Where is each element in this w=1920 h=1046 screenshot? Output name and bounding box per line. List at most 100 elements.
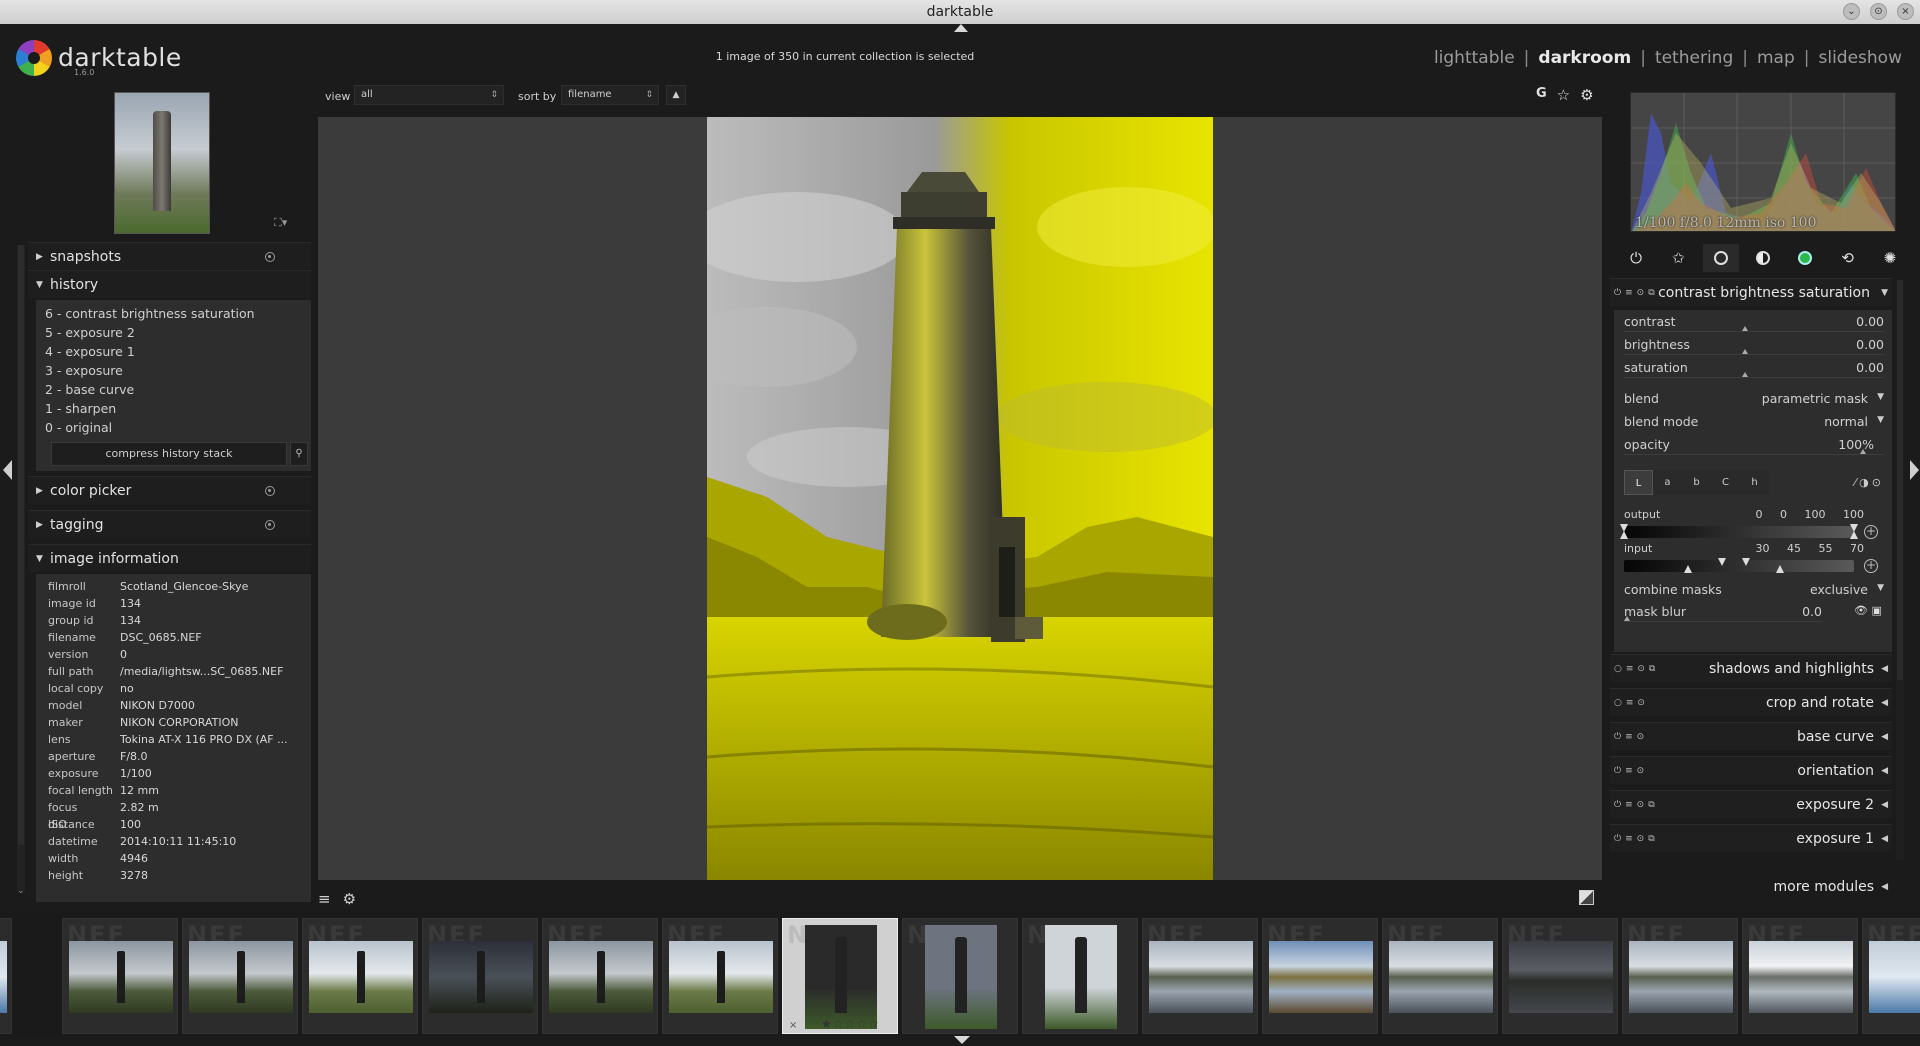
histogram[interactable]: 1/100 f/8.0 12mm iso 100 — [1630, 92, 1896, 232]
filmstrip-thumb[interactable]: NEF — [182, 918, 298, 1034]
right-panel-scrollbar[interactable] — [1896, 280, 1904, 860]
navigation-thumbnail[interactable] — [114, 92, 210, 234]
filmstrip-thumb[interactable]: NEF — [1862, 918, 1920, 1034]
more-modules-button[interactable]: more modules ◀ — [1610, 875, 1892, 899]
module-controls-icons[interactable]: ⏻≡⊙ — [1614, 757, 1648, 785]
module-controls-icons[interactable]: ⏻≡⊙⧉ — [1614, 279, 1659, 307]
module-controls-icons[interactable]: ⏻≡⊙⧉ — [1614, 791, 1659, 819]
gradient-marker[interactable] — [1718, 558, 1726, 566]
filmstrip-thumb[interactable]: NEF — [1742, 918, 1858, 1034]
reset-icon[interactable] — [265, 252, 275, 262]
reject-icon[interactable]: × — [789, 1020, 797, 1031]
filmstrip-thumb[interactable]: NEF — [1382, 918, 1498, 1034]
filmstrip[interactable]: NEFNEFNEFNEFNEFNEFNEFNEF★☆☆☆☆×NEFNEFNEFN… — [0, 910, 1920, 1036]
opacity-slider[interactable]: opacity 100% — [1624, 437, 1884, 456]
filmstrip-thumb[interactable]: NEF — [302, 918, 418, 1034]
module-controls-icons[interactable]: ⏻≡⊙ — [1614, 723, 1648, 751]
filmstrip-thumb[interactable]: NEF — [662, 918, 778, 1034]
right-panel-toggle-arrow[interactable] — [1910, 460, 1919, 480]
image-information-section-header[interactable]: ▼ image information — [28, 544, 311, 572]
history-item[interactable]: 0 - original — [36, 418, 311, 437]
filmstrip-thumb[interactable]: NEF — [902, 918, 1018, 1034]
filmstrip-thumb[interactable]: NEF — [542, 918, 658, 1034]
minimize-button[interactable]: ⌄ — [1843, 3, 1860, 20]
module-controls-icons[interactable]: ○≡⊙ — [1614, 689, 1649, 717]
overexposure-toggle-icon[interactable] — [1579, 890, 1594, 905]
module-header-base-curve[interactable]: ⏻≡⊙ base curve ◀ — [1610, 722, 1892, 750]
maximize-button[interactable]: ⊙ — [1870, 3, 1887, 20]
gradient-marker[interactable] — [1684, 565, 1692, 573]
module-controls-icons[interactable]: ⏻≡⊙⧉ — [1614, 825, 1659, 853]
contrast-slider[interactable]: contrast 0.00 — [1624, 314, 1884, 333]
quick-access-menu-icon[interactable]: ≡ — [318, 890, 331, 908]
scrollbar-thumb[interactable] — [1897, 280, 1903, 680]
history-item[interactable]: 5 - exposure 2 — [36, 323, 311, 342]
effect-group-icon[interactable]: ✺ — [1872, 244, 1908, 272]
show-mask-eye-icon[interactable]: 👁 — [1854, 604, 1868, 617]
reset-icon[interactable] — [265, 520, 275, 530]
history-section-header[interactable]: ▼ history — [28, 270, 311, 298]
channel-tab-a[interactable]: a — [1653, 470, 1682, 495]
sort-combo[interactable]: filename ⇕ — [561, 85, 659, 105]
blend-dropdown[interactable]: blend parametric mask ▼ — [1624, 391, 1884, 410]
view-tethering[interactable]: tethering — [1655, 48, 1733, 68]
main-photo[interactable] — [707, 117, 1213, 880]
filmstrip-thumb[interactable]: NEF — [0, 918, 12, 1034]
mask-blur-slider[interactable]: mask blur 0.0 — [1624, 604, 1822, 623]
color-picker-section-header[interactable]: ▶ color picker — [28, 476, 311, 504]
input-gradient-slider[interactable] — [1624, 560, 1854, 572]
reset-icon[interactable]: ⊙ — [1872, 476, 1884, 489]
show-mask-square-icon[interactable]: ▣ — [1871, 604, 1881, 617]
bottom-panel-toggle-arrow[interactable] — [954, 1036, 970, 1044]
grouping-icon[interactable]: G — [1536, 86, 1547, 104]
compress-history-button[interactable]: compress history stack — [51, 442, 287, 466]
star-overlay-icon[interactable]: ☆ — [1557, 86, 1570, 104]
history-item[interactable]: 6 - contrast brightness saturation — [36, 304, 311, 323]
output-pick-icon[interactable]: + — [1864, 525, 1878, 539]
module-header-exposure-1[interactable]: ⏻≡⊙⧉ exposure 1 ◀ — [1610, 824, 1892, 852]
filmstrip-thumb[interactable]: NEF — [1262, 918, 1378, 1034]
output-gradient-slider[interactable] — [1624, 526, 1854, 538]
correct-group-icon[interactable]: ⟲ — [1830, 244, 1866, 272]
channel-tab-C[interactable]: C — [1711, 470, 1740, 495]
create-style-icon[interactable]: ⚲ — [290, 442, 308, 466]
module-header-orientation[interactable]: ⏻≡⊙ orientation ◀ — [1610, 756, 1892, 784]
styles-icon[interactable]: ⚙ — [343, 890, 356, 908]
view-slideshow[interactable]: slideshow — [1819, 48, 1903, 68]
close-button[interactable]: × — [1897, 3, 1914, 20]
filmstrip-thumb[interactable]: NEF — [1502, 918, 1618, 1034]
gradient-marker[interactable] — [1742, 558, 1750, 566]
expand-navigation-icon[interactable]: ⛶▾ — [274, 216, 287, 230]
view-lighttable[interactable]: lighttable — [1434, 48, 1515, 68]
input-pick-icon[interactable]: + — [1864, 559, 1878, 573]
view-map[interactable]: map — [1757, 48, 1795, 68]
blend-mode-dropdown[interactable]: blend mode normal ▼ — [1624, 414, 1884, 433]
left-panel-scrollbar[interactable] — [17, 245, 25, 893]
color-group-icon[interactable] — [1787, 244, 1823, 272]
scrollbar-thumb[interactable] — [18, 245, 24, 845]
filmstrip-thumb[interactable]: NEF — [422, 918, 538, 1034]
module-controls-icons[interactable]: ○≡⊙⧉ — [1614, 655, 1659, 683]
view-darkroom[interactable]: darkroom — [1538, 48, 1631, 68]
power-icon[interactable]: ⏻ — [1618, 244, 1654, 272]
module-header-shadows-and-highlights[interactable]: ○≡⊙⧉ shadows and highlights ◀ — [1610, 654, 1892, 682]
history-item[interactable]: 2 - base curve — [36, 380, 311, 399]
basic-group-icon[interactable] — [1702, 244, 1739, 272]
view-filter-combo[interactable]: all ⇕ — [354, 85, 504, 105]
channel-tab-h[interactable]: h — [1740, 470, 1769, 495]
saturation-slider[interactable]: saturation 0.00 — [1624, 360, 1884, 379]
tone-group-icon[interactable] — [1745, 244, 1781, 272]
tagging-section-header[interactable]: ▶ tagging — [28, 510, 311, 538]
sort-direction-button[interactable]: ▲ — [666, 85, 686, 105]
filmstrip-thumb[interactable]: NEF — [1142, 918, 1258, 1034]
filmstrip-thumb-current[interactable]: NEF★☆☆☆☆× — [782, 918, 898, 1034]
brightness-slider[interactable]: brightness 0.00 — [1624, 337, 1884, 356]
preferences-gear-icon[interactable]: ⚙ — [1580, 86, 1593, 104]
module-header-crop-and-rotate[interactable]: ○≡⊙ crop and rotate ◀ — [1610, 688, 1892, 716]
combine-masks-dropdown[interactable]: combine masks exclusive ▼ — [1624, 582, 1884, 601]
history-item[interactable]: 3 - exposure — [36, 361, 311, 380]
gradient-marker[interactable] — [1620, 531, 1628, 539]
gradient-marker[interactable] — [1850, 531, 1858, 539]
module-header-contrast-brightness-saturation[interactable]: ⏻≡⊙⧉ contrast brightness saturation ▼ — [1610, 278, 1892, 306]
history-item[interactable]: 1 - sharpen — [36, 399, 311, 418]
